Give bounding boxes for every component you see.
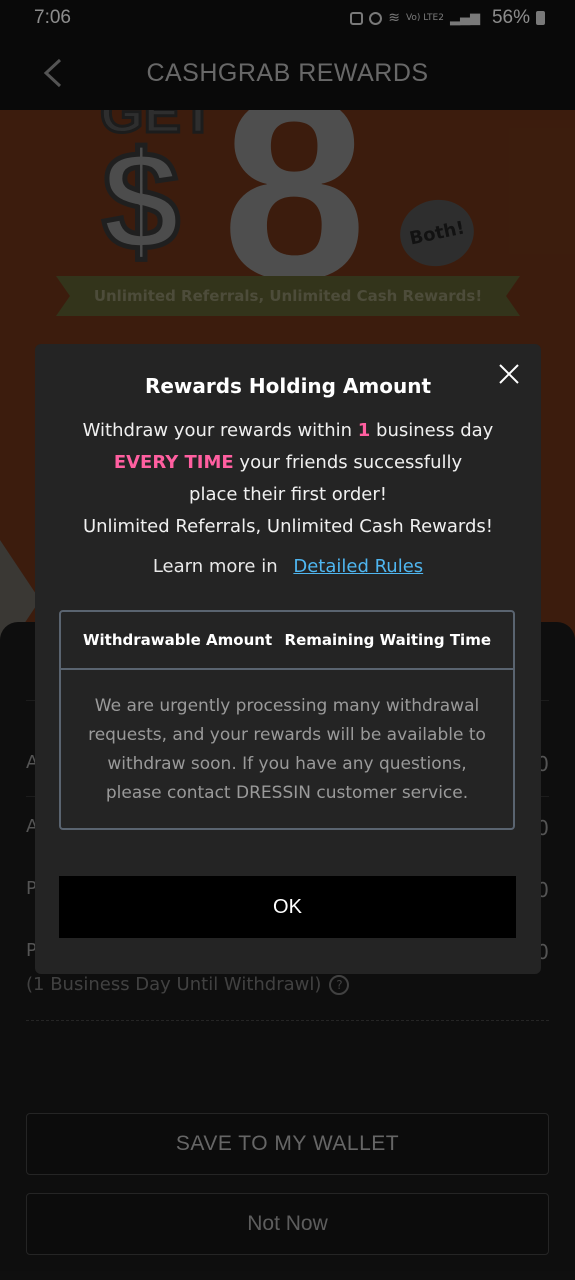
learn-more: Learn more in Detailed Rules: [35, 556, 541, 577]
line1-text-end: business day: [370, 420, 494, 441]
ok-button[interactable]: OK: [59, 876, 516, 938]
dialog-line-1: Withdraw your rewards within 1 business …: [35, 420, 541, 441]
holding-table: Withdrawable Amount Remaining Waiting Ti…: [59, 610, 515, 830]
table-message: We are urgently processing many withdraw…: [88, 696, 486, 803]
highlight-days: 1: [357, 420, 371, 441]
column-header: Remaining Waiting Time: [284, 631, 491, 649]
column-header: Withdrawable Amount: [83, 631, 273, 649]
detailed-rules-link[interactable]: Detailed Rules: [293, 556, 423, 577]
dialog-line-3: place their first order!: [189, 484, 387, 505]
highlight-every-time: EVERY TIME: [113, 452, 234, 473]
learn-more-label: Learn more in: [152, 556, 278, 577]
dialog-title: Rewards Holding Amount: [144, 374, 432, 398]
table-header: Withdrawable Amount Remaining Waiting Ti…: [61, 612, 513, 670]
line1-text: Withdraw your rewards within: [82, 420, 358, 441]
dialog-line-2: EVERY TIME your friends successfully: [35, 452, 541, 473]
rewards-screen: 7:06 ≋ Vo) LTE2 ▂▄▆ 56% CASHGRAB REWARDS…: [0, 0, 575, 1280]
dialog-line-4: Unlimited Referrals, Unlimited Cash Rewa…: [82, 516, 494, 537]
line2-text: your friends successfully: [233, 452, 463, 473]
rewards-holding-dialog: Rewards Holding Amount Withdraw your rew…: [35, 344, 541, 974]
